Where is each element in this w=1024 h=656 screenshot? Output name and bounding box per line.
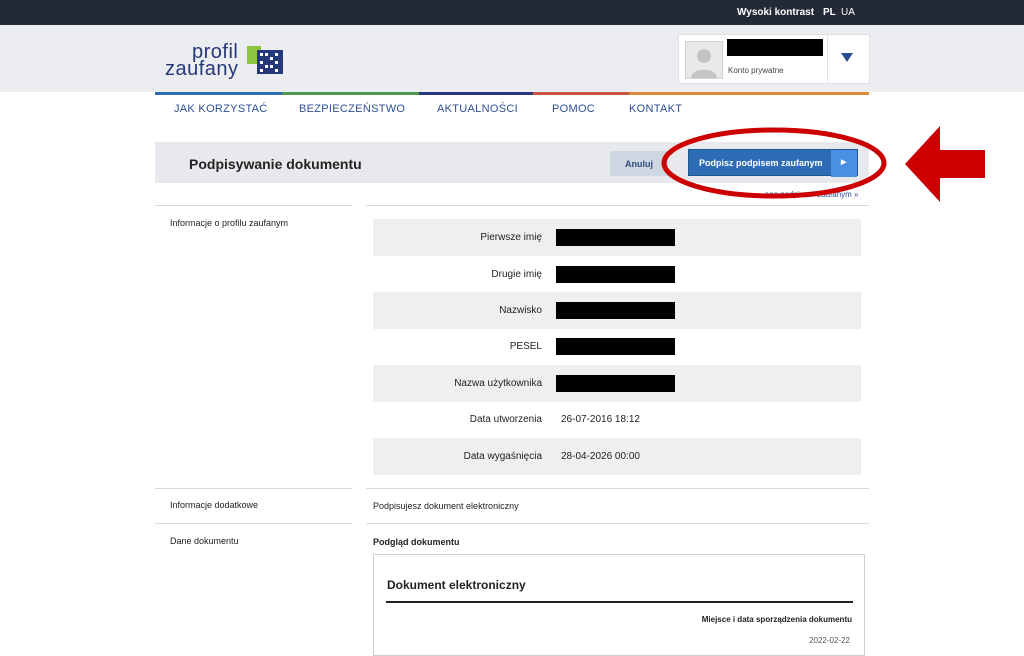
row-value-redacted bbox=[556, 338, 675, 355]
sign-trusted-button-label: Podpisz podpisem zaufanym bbox=[699, 158, 823, 168]
page-title: Podpisywanie dokumentu bbox=[189, 156, 362, 172]
nav-item-pomoc[interactable]: POMOC bbox=[552, 103, 595, 115]
profile-row-first-name: Pierwsze imię bbox=[373, 219, 861, 256]
row-label: Data wygaśnięcia bbox=[463, 451, 542, 462]
account-type: Konto prywatne bbox=[728, 66, 784, 75]
cancel-button[interactable]: Anuluj bbox=[610, 151, 668, 176]
row-value: 26-07-2016 18:12 bbox=[561, 414, 640, 425]
row-value-redacted bbox=[556, 266, 675, 283]
user-menu[interactable]: Konto prywatne bbox=[678, 34, 870, 84]
nav-color-bar-5 bbox=[629, 92, 869, 95]
header: profil zaufany bbox=[0, 25, 1024, 92]
page-title-bar: Podpisywanie dokumentu Anuluj Podpisz po… bbox=[155, 142, 869, 183]
lang-pl-link[interactable]: PL bbox=[823, 7, 836, 18]
user-menu-divider bbox=[827, 35, 828, 83]
profile-row-username: Nazwa użytkownika bbox=[373, 365, 861, 402]
sign-button-arrow: ▶ bbox=[831, 150, 857, 177]
profile-row-expires: Data wygaśnięcia 28-04-2026 00:00 bbox=[373, 438, 861, 475]
section-divider bbox=[366, 523, 869, 524]
section-divider bbox=[155, 488, 352, 489]
user-silhouette-icon bbox=[691, 49, 717, 78]
row-label: Nazwa użytkownika bbox=[454, 378, 542, 389]
nav-item-kontakt[interactable]: KONTAKT bbox=[629, 103, 682, 115]
section-divider bbox=[366, 205, 869, 206]
document-date: 2022-02-22 bbox=[809, 636, 850, 645]
nav-color-bar-4 bbox=[533, 92, 629, 95]
high-contrast-link[interactable]: Wysoki kontrast bbox=[737, 7, 814, 18]
additional-info-text: Podpisujesz dokument elektroniczny bbox=[373, 501, 519, 511]
row-value: 28-04-2026 00:00 bbox=[561, 451, 640, 462]
logo-mark-icon bbox=[247, 46, 283, 74]
alt-sign-link[interactable]: ...ego podpisem zaufanym » bbox=[758, 190, 859, 199]
row-label: Drugie imię bbox=[491, 269, 542, 280]
sign-trusted-button[interactable]: Podpisz podpisem zaufanym ▶ bbox=[688, 149, 858, 177]
document-title: Dokument elektroniczny bbox=[387, 578, 526, 592]
preview-heading: Podgląd dokumentu bbox=[373, 537, 460, 547]
profile-row-created: Data utworzenia 26-07-2016 18:12 bbox=[373, 401, 861, 438]
document-preview[interactable]: Dokument elektroniczny Miejsce i data sp… bbox=[373, 554, 865, 656]
row-value-redacted bbox=[556, 302, 675, 319]
nav-color-bar-3 bbox=[419, 92, 533, 95]
row-value-redacted bbox=[556, 229, 675, 246]
logo[interactable]: profil zaufany bbox=[165, 41, 290, 81]
main-nav: JAK KORZYSTAĆ BEZPIECZEŃSTWO AKTUALNOŚCI… bbox=[155, 92, 869, 124]
row-label: Pierwsze imię bbox=[480, 232, 542, 243]
nav-color-bar-2 bbox=[282, 92, 419, 95]
row-label: Data utworzenia bbox=[469, 414, 542, 425]
nav-item-jak-korzystac[interactable]: JAK KORZYSTAĆ bbox=[174, 103, 268, 115]
section-divider bbox=[366, 488, 869, 489]
section-divider bbox=[155, 205, 352, 206]
user-name-redacted bbox=[727, 39, 823, 56]
profile-row-pesel: PESEL bbox=[373, 328, 861, 365]
nav-color-bar-1 bbox=[155, 92, 282, 95]
lang-ua-link[interactable]: UA bbox=[841, 7, 855, 18]
chevron-down-icon[interactable] bbox=[841, 53, 853, 63]
profile-row-second-name: Drugie imię bbox=[373, 256, 861, 293]
section-label-additional: Informacje dodatkowe bbox=[170, 500, 259, 510]
logo-word-zaufany: zaufany bbox=[165, 58, 239, 80]
avatar bbox=[685, 41, 723, 79]
section-divider bbox=[155, 523, 352, 524]
top-bar: Wysoki kontrast PL UA bbox=[0, 0, 1024, 25]
nav-item-bezpieczenstwo[interactable]: BEZPIECZEŃSTWO bbox=[299, 103, 405, 115]
profile-row-surname: Nazwisko bbox=[373, 292, 861, 329]
row-label: Nazwisko bbox=[499, 305, 542, 316]
section-label-document: Dane dokumentu bbox=[170, 536, 239, 546]
row-value-redacted bbox=[556, 375, 675, 392]
document-meta-label: Miejsce i data sporządzenia dokumentu bbox=[701, 615, 852, 624]
red-arrow-icon bbox=[905, 126, 985, 202]
row-label: PESEL bbox=[509, 341, 542, 352]
play-arrow-icon: ▶ bbox=[841, 159, 847, 166]
nav-item-aktualnosci[interactable]: AKTUALNOŚCI bbox=[437, 103, 518, 115]
document-rule bbox=[386, 601, 853, 603]
section-label-profile: Informacje o profilu zaufanym bbox=[170, 218, 289, 228]
